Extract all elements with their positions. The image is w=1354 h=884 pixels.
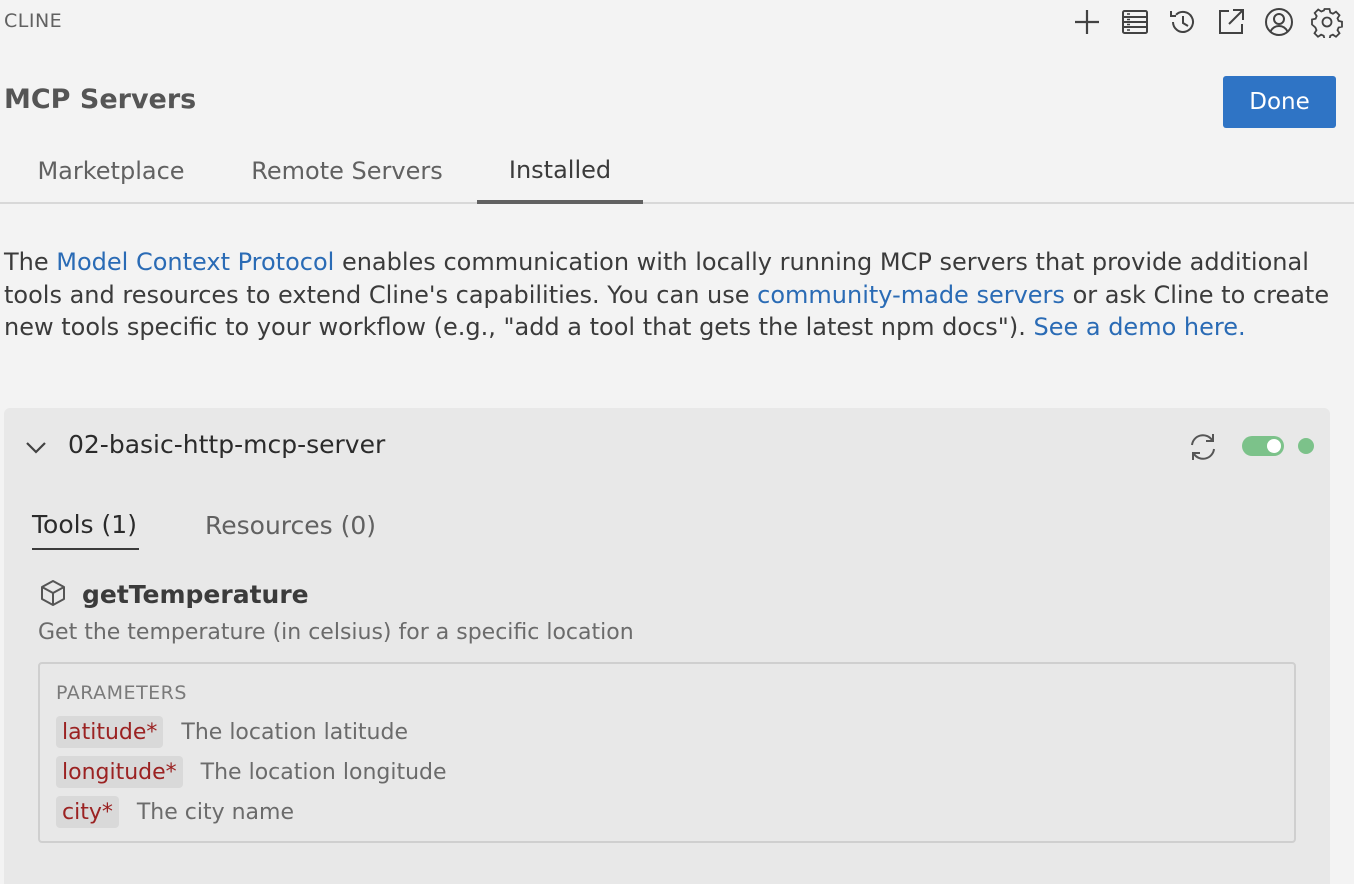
- server-name[interactable]: 02-basic-http-mcp-server: [68, 430, 385, 459]
- popout-icon: [1219, 9, 1244, 34]
- param-name: latitude*: [56, 716, 164, 748]
- community-servers-link[interactable]: community-made servers: [757, 281, 1065, 309]
- account-icon: [1265, 8, 1293, 36]
- settings-icon: [1311, 8, 1343, 38]
- tool-description: Get the temperature (in celsius) for a s…: [38, 620, 634, 645]
- tool-cube-icon: [41, 580, 65, 606]
- history-icon: [1170, 10, 1194, 33]
- server-card: 02-basic-http-mcp-server Tools (1) Resou…: [4, 408, 1330, 884]
- tab-tools[interactable]: Tools (1): [32, 500, 139, 550]
- done-button[interactable]: Done: [1223, 76, 1336, 128]
- tool-name: getTemperature: [82, 580, 309, 609]
- top-bar: CLINE: [0, 0, 1354, 44]
- parameters-title: PARAMETERS: [56, 682, 187, 704]
- param-name: city*: [56, 796, 119, 828]
- tab-installed[interactable]: Installed: [477, 140, 643, 204]
- plus-icon: [1075, 10, 1099, 34]
- app-title: CLINE: [4, 10, 63, 32]
- server-icon: [1122, 10, 1148, 34]
- intro-text-part: The: [4, 248, 57, 276]
- param-row: city* The city name: [56, 796, 294, 828]
- tab-bar: Marketplace Remote Servers Installed: [0, 140, 1354, 204]
- param-description: The location longitude: [200, 759, 447, 785]
- param-name: longitude*: [56, 756, 183, 788]
- settings-button[interactable]: [1308, 3, 1346, 41]
- page-title: MCP Servers: [4, 84, 197, 115]
- see-demo-link[interactable]: See a demo here.: [1033, 313, 1245, 341]
- param-description: The city name: [136, 799, 295, 825]
- chevron-down-icon[interactable]: [22, 434, 50, 462]
- param-row: longitude* The location longitude: [56, 756, 447, 788]
- account-button[interactable]: [1260, 3, 1298, 41]
- mcp-servers-button[interactable]: [1116, 3, 1154, 41]
- history-button[interactable]: [1164, 3, 1202, 41]
- popout-button[interactable]: [1212, 3, 1250, 41]
- refresh-icon[interactable]: [1184, 428, 1222, 466]
- intro-text: The Model Context Protocol enables commu…: [4, 246, 1344, 344]
- tab-marketplace[interactable]: Marketplace: [6, 140, 216, 202]
- param-row: latitude* The location latitude: [56, 716, 408, 748]
- tab-remote-servers[interactable]: Remote Servers: [232, 140, 462, 202]
- model-context-protocol-link[interactable]: Model Context Protocol: [56, 248, 334, 276]
- tab-resources[interactable]: Resources (0): [205, 500, 385, 550]
- server-enabled-toggle[interactable]: [1242, 436, 1284, 456]
- toolbar: [1068, 2, 1346, 42]
- new-task-button[interactable]: [1068, 3, 1106, 41]
- param-description: The location latitude: [181, 719, 409, 745]
- status-indicator: [1298, 438, 1314, 454]
- parameters-box: PARAMETERS latitude* The location latitu…: [38, 662, 1296, 843]
